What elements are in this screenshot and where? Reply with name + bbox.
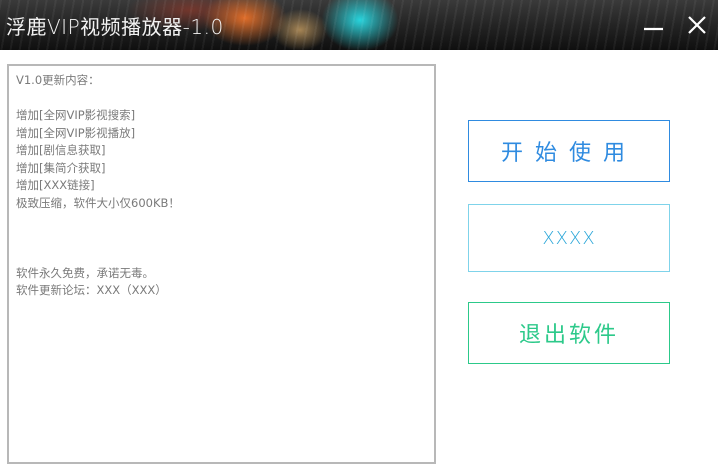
minimize-icon (644, 27, 663, 31)
start-button[interactable]: 开始使用 (468, 120, 670, 182)
exit-software-button[interactable]: 退出软件 (468, 302, 670, 364)
notes-line: 增加[全网VIP影视搜索] (16, 108, 136, 122)
window-title: 浮鹿VIP视频播放器-1.0 (6, 15, 224, 39)
notes-line: 增加[XXX链接] (16, 178, 95, 192)
notes-line: 极致压缩，软件大小仅600KB！ (16, 195, 180, 210)
notes-line: V1.0更新内容： (16, 73, 100, 87)
close-icon (688, 16, 706, 34)
notes-line: 增加[剧信息获取] (16, 143, 106, 157)
notes-line (16, 247, 427, 265)
notes-line: 软件更新论坛：XXX（XXX） (16, 283, 167, 297)
notes-line (16, 90, 427, 108)
notes-line: 增加[集简介获取] (16, 160, 106, 175)
notes-line: 软件永久免费，承诺无毒。 (16, 265, 154, 280)
notes-line (16, 212, 427, 230)
xxxx-button[interactable]: XXXX (468, 204, 670, 272)
update-notes-box[interactable]: V1.0更新内容： 增加[全网VIP影视搜索] 增加[全网VIP影视播放] 增加… (7, 64, 436, 464)
notes-line: 增加[全网VIP影视播放] (16, 125, 136, 140)
minimize-button[interactable] (638, 10, 668, 40)
title-bar[interactable]: 浮鹿VIP视频播放器-1.0 (0, 0, 718, 50)
close-button[interactable] (682, 10, 712, 40)
notes-line (16, 230, 427, 248)
